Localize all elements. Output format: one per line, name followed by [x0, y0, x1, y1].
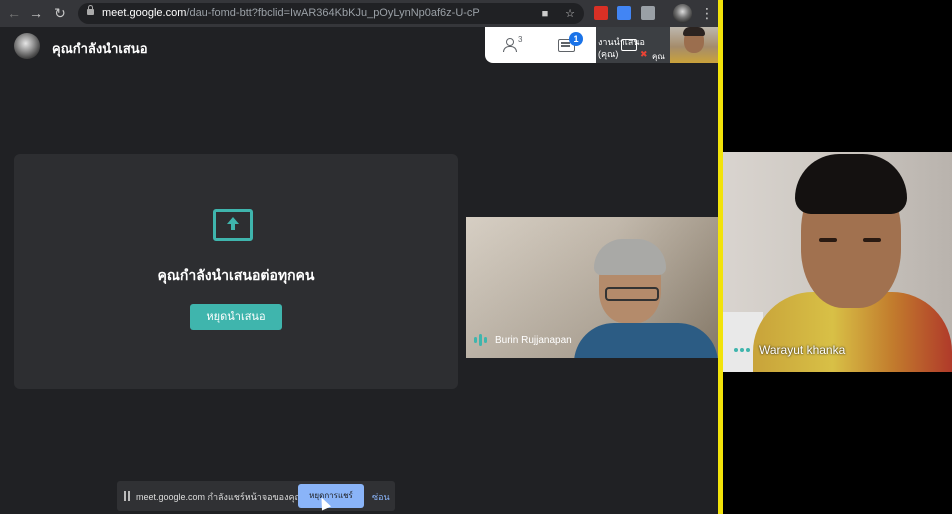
people-count: 3: [518, 35, 523, 44]
forward-icon[interactable]: →: [28, 5, 44, 21]
chat-badge: 1: [569, 32, 583, 46]
mic-off-icon: ✖: [640, 49, 648, 59]
video-hair: [795, 154, 907, 214]
extension-icon[interactable]: [641, 6, 655, 20]
url-path: /dau-fomd-btt?fbclid=IwAR364KbKJu_pOyLyn…: [186, 7, 480, 19]
more-menu-icon[interactable]: ⋮: [700, 5, 714, 21]
self-short-label: คุณ: [652, 52, 665, 61]
reload-icon[interactable]: ↻: [52, 5, 68, 21]
video-eye: [863, 238, 881, 242]
back-icon[interactable]: ←: [6, 5, 22, 21]
participant-label: Warayut khanka: [734, 343, 845, 357]
meet-top-bar: 3 1 งานนำเสนอ (คุณ) ✖ คุณ: [485, 27, 718, 63]
browser-toolbar: ← → ↻ meet.google.com/dau-fomd-btt?fbcli…: [0, 0, 718, 27]
stop-sharing-button[interactable]: หยุดการแชร์: [298, 484, 364, 508]
pause-icon[interactable]: [124, 491, 130, 501]
page-title: คุณกำลังนำเสนอ: [52, 41, 148, 56]
extension-icon[interactable]: [594, 6, 608, 20]
url-host: meet.google.com: [102, 7, 187, 19]
participant-tile-burin[interactable]: Burin Rujjanapan: [466, 217, 718, 358]
video-glasses: [605, 287, 659, 301]
presentation-panel: คุณกำลังนำเสนอต่อทุกคน หยุดนำเสนอ: [14, 154, 458, 389]
self-video-hair: [683, 27, 705, 36]
video-eye: [819, 238, 837, 242]
video-hair: [594, 239, 666, 275]
present-screen-icon: [213, 209, 253, 241]
participant-tile-warayut[interactable]: Warayut khanka: [723, 152, 952, 372]
meet-window: ← → ↻ meet.google.com/dau-fomd-btt?fbcli…: [0, 0, 718, 514]
present-screen-icon: [621, 39, 637, 51]
participant-name: Burin Rujjanapan: [495, 334, 572, 346]
participant-name: Warayut khanka: [759, 343, 846, 357]
self-preview-tile[interactable]: งานนำเสนอ (คุณ) ✖ คุณ: [596, 27, 718, 63]
screen-share-bar: meet.google.com กำลังแชร์หน้าจอของคุณ หย…: [117, 481, 395, 511]
star-icon[interactable]: ☆: [563, 7, 577, 21]
participant-label: Burin Rujjanapan: [474, 334, 572, 346]
stop-presenting-button[interactable]: หยุดนำเสนอ: [190, 304, 282, 330]
second-screen: Warayut khanka: [723, 0, 952, 514]
audio-level-icon: [474, 334, 487, 346]
address-bar[interactable]: meet.google.com/dau-fomd-btt?fbclid=IwAR…: [78, 3, 584, 24]
avatar: [14, 33, 40, 59]
camera-icon[interactable]: ■: [538, 7, 552, 21]
people-icon[interactable]: [503, 38, 519, 52]
address-url[interactable]: meet.google.com/dau-fomd-btt?fbclid=IwAR…: [102, 6, 492, 21]
presenting-message: คุณกำลังนำเสนอต่อทุกคน: [157, 267, 315, 283]
hide-button[interactable]: ซ่อน: [372, 490, 390, 504]
translate-icon[interactable]: [617, 6, 631, 20]
video-shirt: [574, 323, 718, 358]
lock-icon: [87, 5, 94, 16]
audio-dots-icon: [734, 348, 750, 352]
share-status-text: meet.google.com กำลังแชร์หน้าจอของคุณ: [136, 492, 303, 502]
profile-avatar[interactable]: [673, 4, 692, 23]
